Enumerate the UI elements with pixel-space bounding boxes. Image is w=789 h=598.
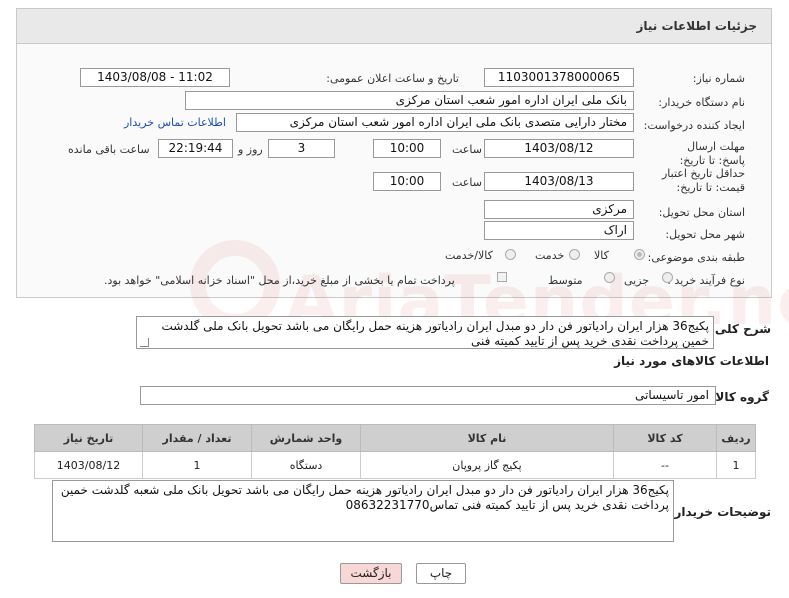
- need-number-field[interactable]: 1103001378000065: [484, 68, 634, 87]
- process-option-medium: متوسط: [548, 274, 583, 287]
- print-button[interactable]: چاپ: [416, 563, 466, 584]
- cell-name: پکیج گاز پروپان: [360, 451, 614, 479]
- category-radio-goods[interactable]: [634, 249, 645, 260]
- goods-table-header: ردیف کد کالا نام کالا واحد شمارش تعداد /…: [34, 424, 756, 452]
- province-field[interactable]: مرکزی: [484, 200, 634, 219]
- category-option-both: کالا/خدمت: [445, 249, 493, 262]
- resize-handle-icon[interactable]: [140, 338, 149, 347]
- goods-table-wrap: ردیف کد کالا نام کالا واحد شمارش تعداد /…: [34, 424, 756, 479]
- city-field[interactable]: اراک: [484, 221, 634, 240]
- price-time-label: ساعت: [452, 176, 482, 189]
- back-button[interactable]: بازگشت: [340, 563, 402, 584]
- creator-label: ایجاد کننده درخواست:: [643, 119, 745, 132]
- remaining-time-label: ساعت باقی مانده: [68, 143, 150, 156]
- contact-buyer-link[interactable]: اطلاعات تماس خریدار: [124, 116, 226, 129]
- cell-unit: دستگاه: [251, 451, 361, 479]
- col-row: ردیف: [716, 424, 756, 452]
- days-label: روز و: [238, 143, 263, 156]
- reply-time-field[interactable]: 10:00: [373, 139, 441, 158]
- buyer-notes-textarea[interactable]: پکیج36 هزار ایران رادیاتور فن دار دو مبد…: [52, 480, 674, 542]
- cell-qty: 1: [142, 451, 252, 479]
- cell-row: 1: [716, 451, 756, 479]
- reply-time-label: ساعت: [452, 143, 482, 156]
- announce-field[interactable]: 1403/08/08 - 11:02: [80, 68, 230, 87]
- goods-group-label: گروه کالا:: [710, 390, 769, 404]
- treasury-checkbox[interactable]: [497, 272, 507, 282]
- goods-table: ردیف کد کالا نام کالا واحد شمارش تعداد /…: [34, 424, 756, 479]
- description-textarea[interactable]: پکیج36 هزار ایران رادیاتور فن دار دو مبد…: [136, 316, 714, 349]
- goods-group-field[interactable]: امور تاسیساتی: [140, 386, 716, 405]
- category-option-goods: کالا: [594, 249, 609, 262]
- price-validity-label: حداقل تاریخ اعتبار قیمت: تا تاریخ:: [661, 167, 745, 194]
- process-radio-minor[interactable]: [662, 272, 673, 283]
- category-radio-service[interactable]: [569, 249, 580, 260]
- treasury-note: پرداخت تمام یا بخشی از مبلغ خرید،از محل …: [104, 274, 455, 287]
- category-label: طبقه بندی موضوعی:: [647, 251, 745, 264]
- goods-section-title: اطلاعات کالاهای مورد نیاز: [614, 354, 769, 368]
- buyer-label: نام دستگاه خریدار:: [658, 96, 745, 109]
- reply-date-field[interactable]: 1403/08/12: [484, 139, 634, 158]
- cell-code: --: [613, 451, 717, 479]
- process-radio-medium[interactable]: [604, 272, 615, 283]
- table-row: 1 -- پکیج گاز پروپان دستگاه 1 1403/08/12: [34, 451, 756, 479]
- remaining-time-field[interactable]: 22:19:44: [158, 139, 233, 158]
- col-code: کد کالا: [613, 424, 717, 452]
- price-time-field[interactable]: 10:00: [373, 172, 441, 191]
- category-option-service: خدمت: [535, 249, 565, 262]
- reply-deadline-label: مهلت ارسال پاسخ: تا تاریخ:: [679, 140, 745, 167]
- page-title: جزئیات اطلاعات نیاز: [636, 19, 757, 33]
- process-label: نوع فرآیند خرید :: [667, 274, 745, 287]
- price-date-field[interactable]: 1403/08/13: [484, 172, 634, 191]
- category-radio-both[interactable]: [505, 249, 516, 260]
- announce-label: تاریخ و ساعت اعلان عمومی:: [326, 72, 459, 85]
- buyer-notes-label: توضیحات خریدار:: [669, 505, 771, 519]
- days-field[interactable]: 3: [268, 139, 335, 158]
- province-label: استان محل تحویل:: [658, 206, 745, 219]
- col-name: نام کالا: [360, 424, 614, 452]
- col-qty: تعداد / مقدار: [142, 424, 252, 452]
- cell-date: 1403/08/12: [34, 451, 143, 479]
- city-label: شهر محل تحویل:: [665, 228, 745, 241]
- process-option-minor: جزیی: [624, 274, 650, 287]
- buyer-field[interactable]: بانک ملی ایران اداره امور شعب استان مرکز…: [185, 91, 634, 110]
- page-header: جزئیات اطلاعات نیاز: [16, 8, 772, 44]
- need-number-label: شماره نیاز:: [692, 72, 745, 85]
- creator-field[interactable]: مختار دارایی متصدی بانک ملی ایران اداره …: [236, 113, 634, 132]
- col-date: تاریخ نیاز: [34, 424, 143, 452]
- col-unit: واحد شمارش: [251, 424, 361, 452]
